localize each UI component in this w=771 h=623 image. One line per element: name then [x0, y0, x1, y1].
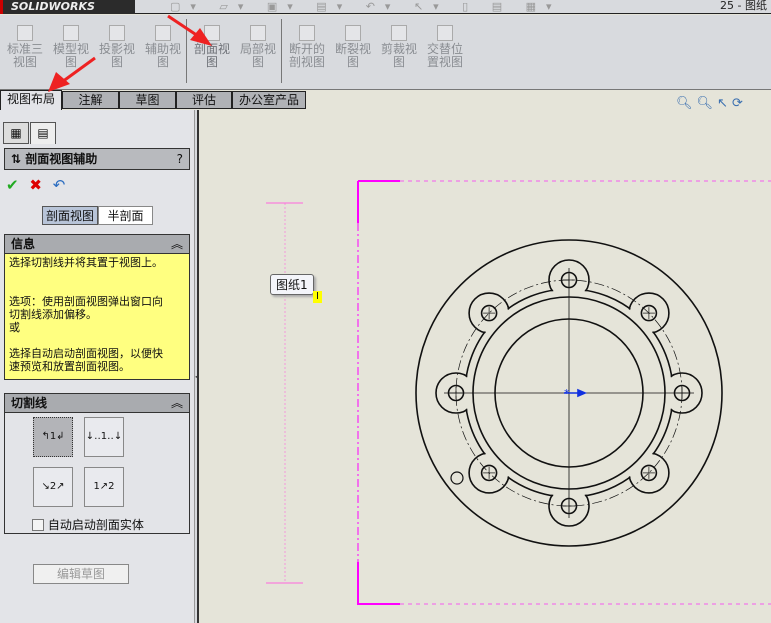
sheet-tooltip: 图纸1 — [270, 274, 314, 295]
flange-drawing-view: * — [415, 239, 723, 547]
text-cursor-icon: I — [313, 291, 322, 303]
annotation-arrows — [48, 14, 212, 92]
pin-hole — [450, 471, 464, 485]
view-boundary-marker — [266, 202, 303, 584]
drawing-canvas[interactable]: * — [0, 0, 771, 623]
origin-asterisk: * — [564, 387, 570, 400]
